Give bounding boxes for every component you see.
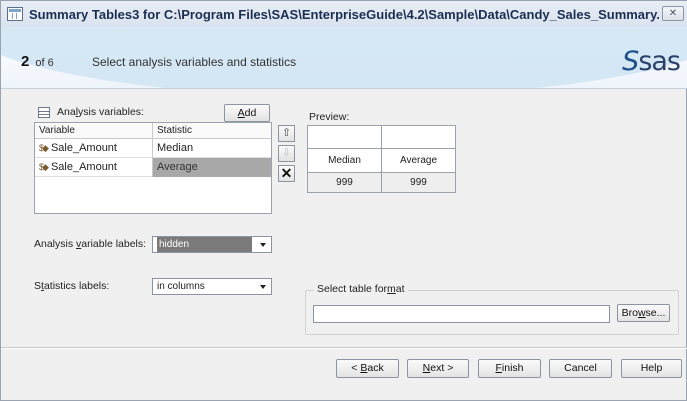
variable-cell: Sale_Amount <box>50 160 117 173</box>
table-format-input[interactable] <box>313 305 610 323</box>
preview-header-median: Median <box>307 148 382 173</box>
window-title: Summary Tables3 for C:\Program Files\SAS… <box>29 6 659 22</box>
help-button[interactable]: Help <box>621 359 682 378</box>
chevron-down-icon <box>260 243 266 247</box>
statistic-cell[interactable]: Average <box>153 157 271 177</box>
table-row[interactable]: $◆ Sale_Amount Average <box>35 157 271 177</box>
statistics-labels-label: Statistics labels: <box>34 280 110 292</box>
step-indicator: 2 of 6 <box>21 53 54 70</box>
statistic-cell[interactable]: Median <box>153 139 271 158</box>
preview-table: Median Average 999 999 <box>307 124 456 194</box>
column-header-variable[interactable]: Variable <box>35 123 153 138</box>
close-icon: ✕ <box>668 8 678 19</box>
preview-value: 999 <box>307 171 382 194</box>
analysis-variables-label: Analysis variables: <box>57 106 144 118</box>
step-title: Select analysis variables and statistics <box>92 55 297 69</box>
sas-logo: Ssas <box>622 46 681 77</box>
close-button[interactable]: ✕ <box>662 6 684 21</box>
analysis-variable-labels-select[interactable]: hidden <box>152 236 272 253</box>
move-up-button[interactable]: ⇧ <box>278 125 295 142</box>
next-button[interactable]: Next > <box>407 359 469 378</box>
finish-button[interactable]: Finish <box>478 359 541 378</box>
wizard-window: Summary Tables3 for C:\Program Files\SAS… <box>0 0 687 401</box>
numeric-variable-icon: $◆ <box>39 142 49 153</box>
summary-tables-icon <box>7 7 23 21</box>
preview-header-average: Average <box>381 148 456 173</box>
variable-cell: Sale_Amount <box>50 141 117 154</box>
title-bar: Summary Tables3 for C:\Program Files\SAS… <box>1 1 687 27</box>
remove-button[interactable]: ✕ <box>278 165 295 182</box>
preview-label: Preview: <box>309 111 350 123</box>
add-button[interactable]: Add <box>224 104 270 122</box>
grid-header: Variable Statistic <box>35 123 271 139</box>
numeric-variable-icon: $◆ <box>39 161 49 172</box>
column-header-statistic[interactable]: Statistic <box>153 123 271 138</box>
wizard-header: 2 of 6 Select analysis variables and sta… <box>1 27 687 89</box>
analysis-variable-labels-label: Analysis variable labels: <box>34 238 147 250</box>
delete-icon: ✕ <box>280 165 293 181</box>
back-button[interactable]: < Back <box>336 359 399 378</box>
analysis-variables-grid[interactable]: Variable Statistic $◆ Sale_Amount Median… <box>34 122 272 214</box>
step-number: 2 <box>21 53 30 70</box>
step-total: of 6 <box>35 57 54 69</box>
preview-value: 999 <box>381 171 456 194</box>
browse-button[interactable]: Browse... <box>617 304 670 322</box>
table-format-label: Select table format <box>314 283 408 295</box>
statistics-labels-select[interactable]: in columns <box>152 278 272 295</box>
arrow-down-icon: ⇩ <box>281 147 292 159</box>
chevron-down-icon <box>260 285 266 289</box>
analysis-variables-icon <box>38 107 50 118</box>
move-down-button[interactable]: ⇩ <box>278 145 295 162</box>
cancel-button[interactable]: Cancel <box>549 359 612 378</box>
table-row[interactable]: $◆ Sale_Amount Median <box>35 138 271 158</box>
arrow-up-icon: ⇧ <box>281 127 292 139</box>
